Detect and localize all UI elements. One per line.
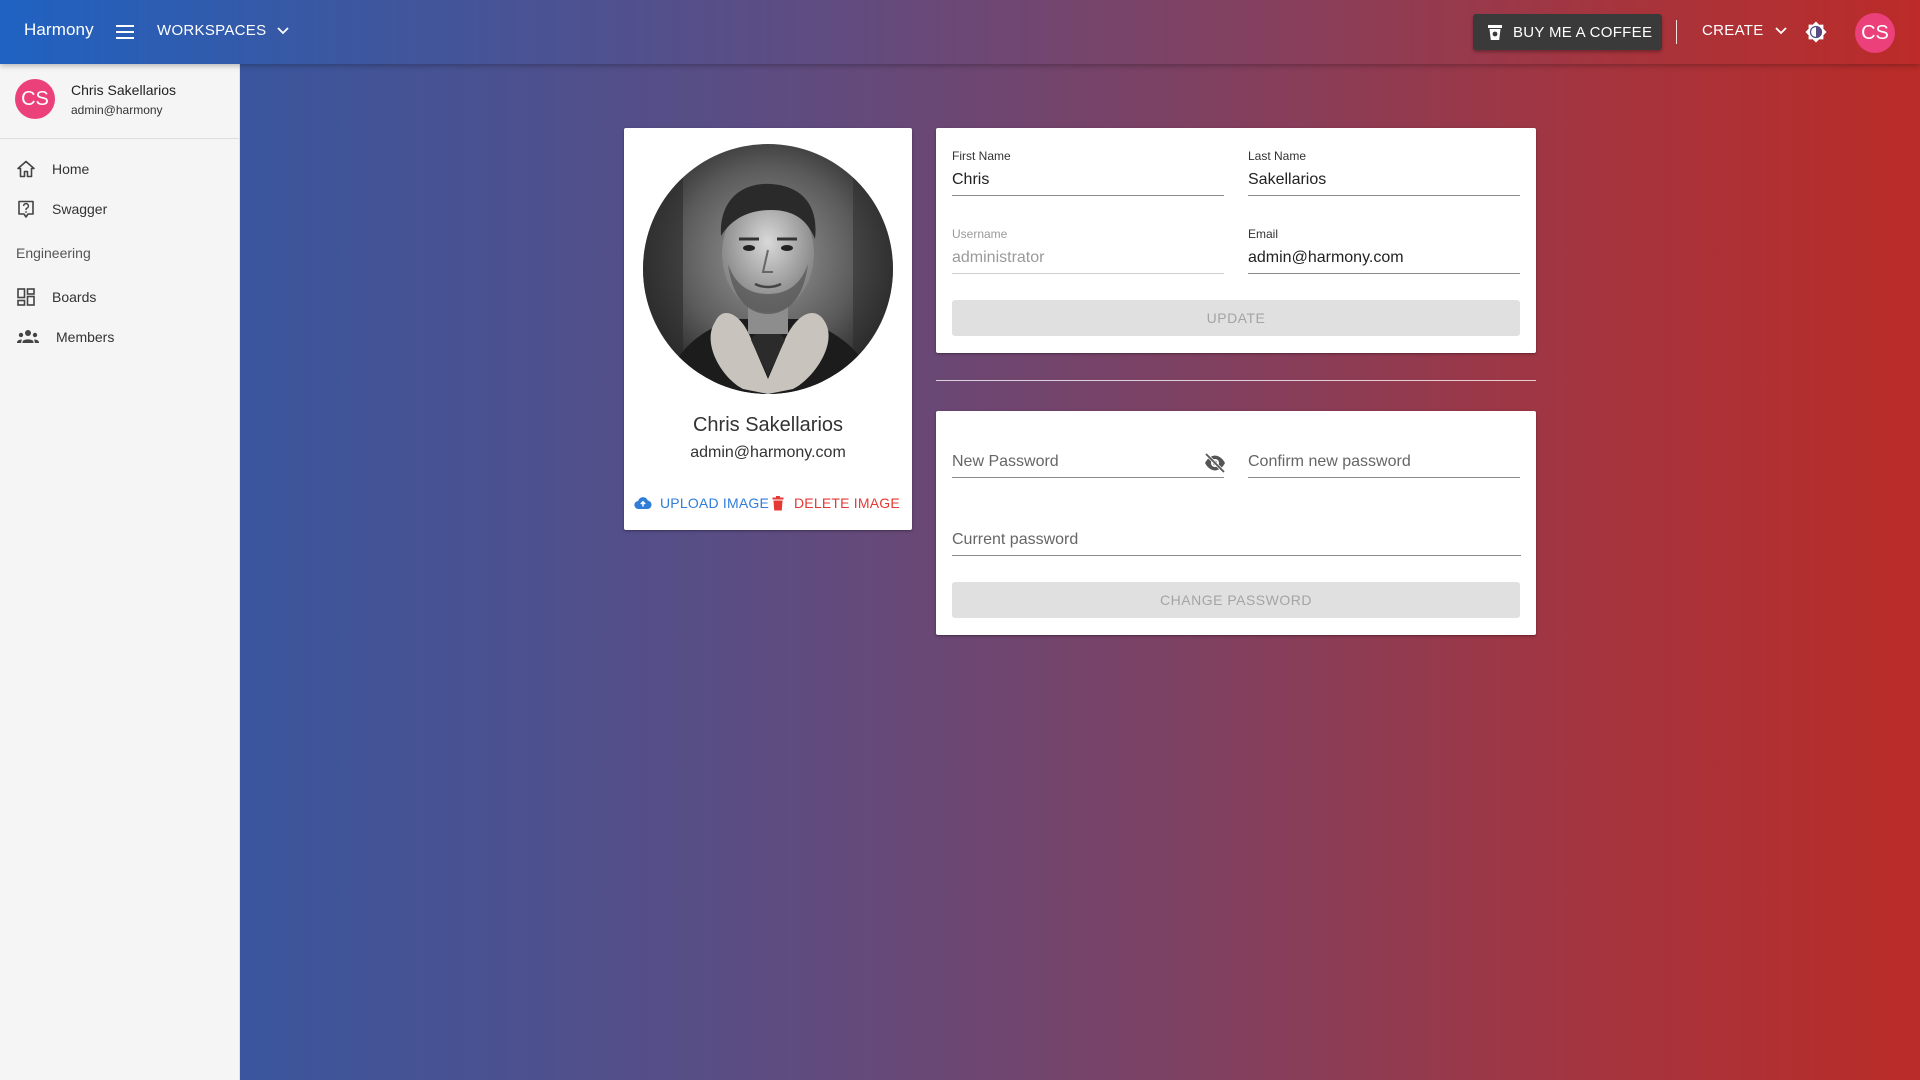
username-field: Username administrator (952, 227, 1224, 274)
email-underline (1248, 273, 1520, 274)
username-input: administrator (952, 249, 1045, 266)
visibility-off-icon[interactable] (1203, 451, 1227, 475)
sidebar-user-email: admin@harmony (71, 103, 163, 117)
profile-card: Chris Sakellarios admin@harmony.com UPLO… (624, 128, 912, 530)
first-name-input[interactable]: Chris (952, 169, 1224, 193)
new-password-field[interactable]: New Password (952, 451, 1227, 478)
last-name-field[interactable]: Last Name Sakellarios (1248, 149, 1520, 196)
current-password-underline (952, 555, 1521, 556)
update-button[interactable]: UPDATE (952, 300, 1520, 336)
appbar-divider (1676, 20, 1677, 44)
username-label: Username (952, 227, 1008, 241)
last-name-label: Last Name (1248, 149, 1307, 163)
current-password-field[interactable]: Current password (952, 529, 1521, 556)
sidebar-user-header[interactable]: CS Chris Sakellarios admin@harmony (0, 64, 239, 139)
sidebar-item-swagger[interactable]: Swagger (0, 189, 239, 229)
change-password-button[interactable]: CHANGE PASSWORD (952, 582, 1520, 618)
last-name-underline (1248, 195, 1520, 196)
first-name-field[interactable]: First Name Chris (952, 149, 1224, 196)
email-field[interactable]: Email admin@harmony.com (1248, 227, 1520, 274)
trash-icon (772, 495, 784, 510)
first-name-underline (952, 195, 1224, 196)
section-divider (936, 380, 1536, 381)
sidebar-section-header: Engineering (16, 245, 91, 261)
people-icon (17, 330, 39, 343)
create-label: CREATE (1702, 22, 1764, 39)
avatar: CS (15, 79, 55, 119)
username-underline (952, 273, 1224, 274)
sidebar-item-label: Boards (52, 289, 97, 305)
sidebar-item-label: Home (52, 161, 90, 177)
last-name-input[interactable]: Sakellarios (1248, 169, 1520, 193)
profile-name: Chris Sakellarios (692, 414, 844, 436)
upload-image-label: UPLOAD IMAGE (660, 495, 769, 511)
menu-icon (116, 25, 134, 39)
workspaces-menu-button[interactable]: WORKSPACES (157, 22, 290, 39)
confirm-password-underline (1248, 477, 1520, 478)
dashboard-icon (17, 288, 35, 306)
new-password-underline (952, 477, 1224, 478)
email-label: Email (1248, 227, 1279, 241)
current-password-input[interactable]: Current password (952, 529, 1521, 553)
workspaces-label: WORKSPACES (157, 22, 267, 39)
chevron-down-icon (277, 26, 290, 34)
email-input[interactable]: admin@harmony.com (1248, 247, 1520, 271)
change-password-card: New Password Confirm new password Curren… (936, 411, 1536, 635)
sidebar-item-label: Members (56, 329, 115, 345)
cloud-upload-icon (634, 497, 652, 510)
help-box-icon (18, 200, 34, 218)
theme-toggle-button[interactable] (1803, 19, 1829, 45)
buy-me-a-coffee-label: BUY ME A COFFEE (1513, 23, 1653, 41)
delete-image-label: DELETE IMAGE (794, 495, 900, 511)
sidebar-item-home[interactable]: Home (0, 149, 239, 189)
first-name-label: First Name (952, 149, 1011, 163)
account-info-card: First Name Chris Last Name Sakellarios U… (936, 128, 1536, 353)
sidebar-item-label: Swagger (52, 201, 108, 217)
brightness-icon (1805, 21, 1827, 43)
coffee-cup-icon (1488, 25, 1502, 40)
buy-me-a-coffee-button[interactable]: BUY ME A COFFEE (1473, 14, 1662, 50)
chevron-down-icon (1774, 26, 1787, 34)
new-password-input[interactable]: New Password (952, 451, 1224, 475)
app-bar: Harmony WORKSPACES BUY ME A COFFEE CREAT… (0, 0, 1920, 64)
home-icon (17, 160, 35, 178)
sidebar-item-boards[interactable]: Boards (0, 277, 239, 317)
profile-email: admin@harmony.com (690, 444, 846, 461)
profile-photo (643, 144, 893, 394)
confirm-password-input[interactable]: Confirm new password (1248, 451, 1520, 475)
create-menu-button[interactable]: CREATE (1702, 22, 1788, 39)
confirm-password-field[interactable]: Confirm new password (1248, 451, 1520, 478)
app-brand[interactable]: Harmony (24, 20, 94, 40)
sidebar-item-members[interactable]: Members (0, 317, 239, 357)
sidebar: CS Chris Sakellarios admin@harmony Home … (0, 64, 240, 1080)
upload-image-button[interactable]: UPLOAD IMAGE (634, 495, 769, 511)
delete-image-button[interactable]: DELETE IMAGE (772, 495, 900, 511)
user-avatar-button[interactable]: CS (1855, 13, 1895, 53)
menu-button[interactable] (113, 20, 137, 44)
sidebar-user-name: Chris Sakellarios (71, 82, 177, 98)
